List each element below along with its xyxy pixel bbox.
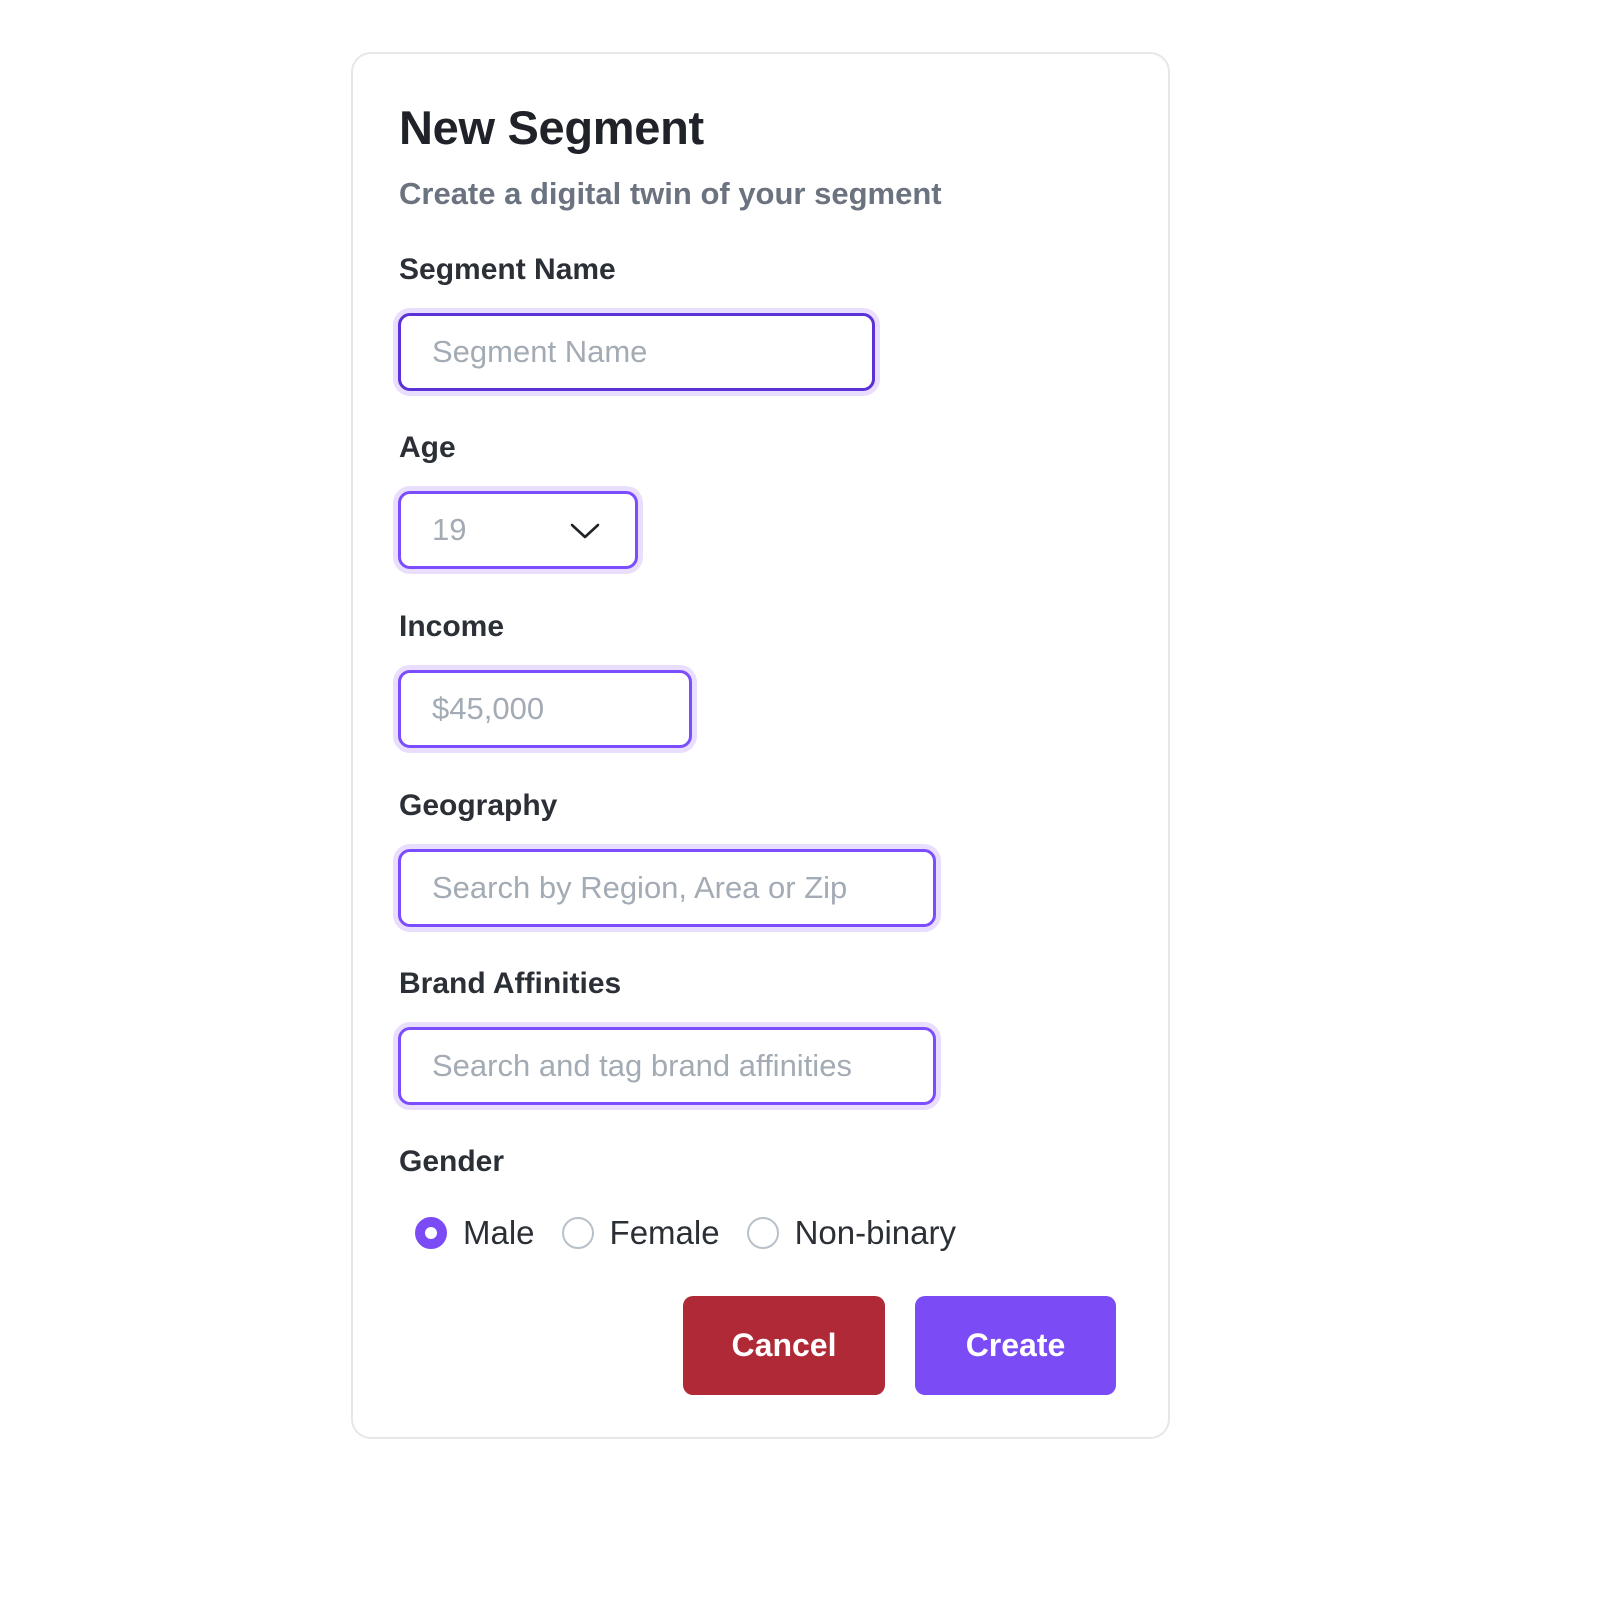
create-button[interactable]: Create: [915, 1296, 1116, 1395]
cancel-button[interactable]: Cancel: [683, 1296, 885, 1395]
brand-affinities-field[interactable]: [398, 1027, 936, 1105]
dialog-title: New Segment: [399, 101, 704, 154]
geography-search-input[interactable]: [401, 852, 933, 924]
gender-label: Gender: [399, 1145, 505, 1178]
gender-option-non-binary-label[interactable]: Non-binary: [795, 1213, 956, 1253]
geography-label: Geography: [399, 789, 558, 822]
gender-radio-group: Male Female Non-binary: [415, 1213, 983, 1253]
geography-field[interactable]: [398, 849, 936, 927]
age-select[interactable]: 19: [398, 491, 638, 569]
income-label: Income: [399, 610, 505, 643]
brand-affinities-label: Brand Affinities: [399, 967, 622, 1000]
brand-affinities-input[interactable]: [401, 1030, 933, 1102]
gender-option-male-label[interactable]: Male: [463, 1213, 535, 1253]
income-field[interactable]: [398, 670, 692, 748]
gender-option-female-label[interactable]: Female: [610, 1213, 720, 1253]
age-selected-value: 19: [432, 512, 467, 547]
segment-name-input[interactable]: [401, 316, 872, 388]
segment-name-field[interactable]: [398, 313, 875, 391]
income-input[interactable]: [401, 673, 689, 745]
segment-name-label: Segment Name: [399, 253, 616, 286]
dialog-subtitle: Create a digital twin of your segment: [399, 176, 942, 211]
age-label: Age: [399, 431, 456, 464]
gender-radio-male[interactable]: [415, 1217, 447, 1249]
gender-radio-non-binary[interactable]: [746, 1217, 779, 1249]
chevron-down-icon[interactable]: [569, 516, 601, 544]
gender-radio-female[interactable]: [561, 1217, 594, 1249]
